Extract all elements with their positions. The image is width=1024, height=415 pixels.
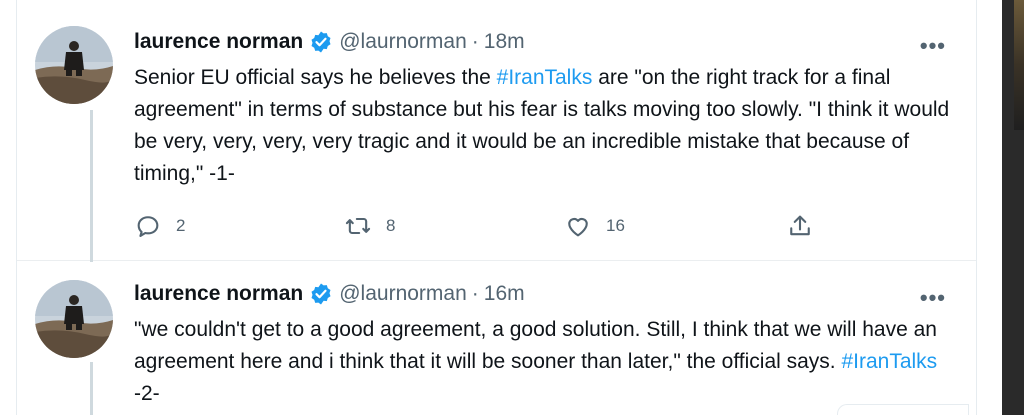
more-icon[interactable]: •••	[920, 285, 946, 311]
like-count: 16	[606, 216, 625, 235]
text-segment: -2-	[134, 382, 160, 405]
author-name[interactable]: laurence norman	[134, 30, 303, 54]
thread-connector	[90, 362, 93, 415]
text-segment: "we couldn't get to a good agreement, a …	[134, 318, 937, 373]
author-name[interactable]: laurence norman	[134, 282, 303, 306]
more-icon[interactable]: •••	[920, 33, 946, 59]
reply-button[interactable]: 2	[134, 212, 185, 240]
tweet-text: "we couldn't get to a good agreement, a …	[134, 314, 954, 410]
like-button[interactable]: 16	[564, 212, 625, 240]
tweet-actions: 2 8 16	[134, 212, 854, 244]
separator: ·	[471, 30, 479, 53]
adjacent-window-edge	[1002, 0, 1024, 415]
tweet-2[interactable]: laurence norman @laurnorman · 16m ••• "w…	[17, 262, 976, 415]
share-icon	[790, 215, 810, 236]
avatar[interactable]	[35, 280, 113, 358]
author-handle[interactable]: @laurnorman	[339, 30, 467, 54]
timestamp[interactable]: 18m	[484, 30, 525, 54]
retweet-icon	[345, 217, 371, 235]
hashtag-link[interactable]: #IranTalks	[497, 66, 593, 89]
timeline-right-border	[976, 0, 977, 415]
thread-connector	[90, 110, 93, 262]
reply-icon	[137, 216, 159, 237]
hashtag-link[interactable]: #IranTalks	[841, 350, 937, 373]
verified-badge-icon	[311, 31, 331, 53]
retweet-count: 8	[386, 216, 396, 235]
tweet-text: Senior EU official says he believes the …	[134, 62, 954, 190]
next-panel-corner	[837, 404, 969, 415]
author-handle[interactable]: @laurnorman	[339, 282, 467, 306]
text-segment: Senior EU official says he believes the	[134, 66, 497, 89]
tweet-header: laurence norman @laurnorman · 16m	[134, 282, 525, 306]
separator: ·	[471, 282, 479, 305]
timestamp[interactable]: 16m	[484, 282, 525, 306]
avatar[interactable]	[35, 26, 113, 104]
verified-badge-icon	[311, 283, 331, 305]
tweet-1[interactable]: laurence norman @laurnorman · 18m ••• Se…	[17, 0, 976, 262]
retweet-button[interactable]: 8	[344, 212, 395, 240]
tweet-header: laurence norman @laurnorman · 18m	[134, 30, 525, 54]
like-icon	[568, 217, 588, 237]
share-button[interactable]	[786, 212, 828, 240]
reply-count: 2	[176, 216, 186, 235]
